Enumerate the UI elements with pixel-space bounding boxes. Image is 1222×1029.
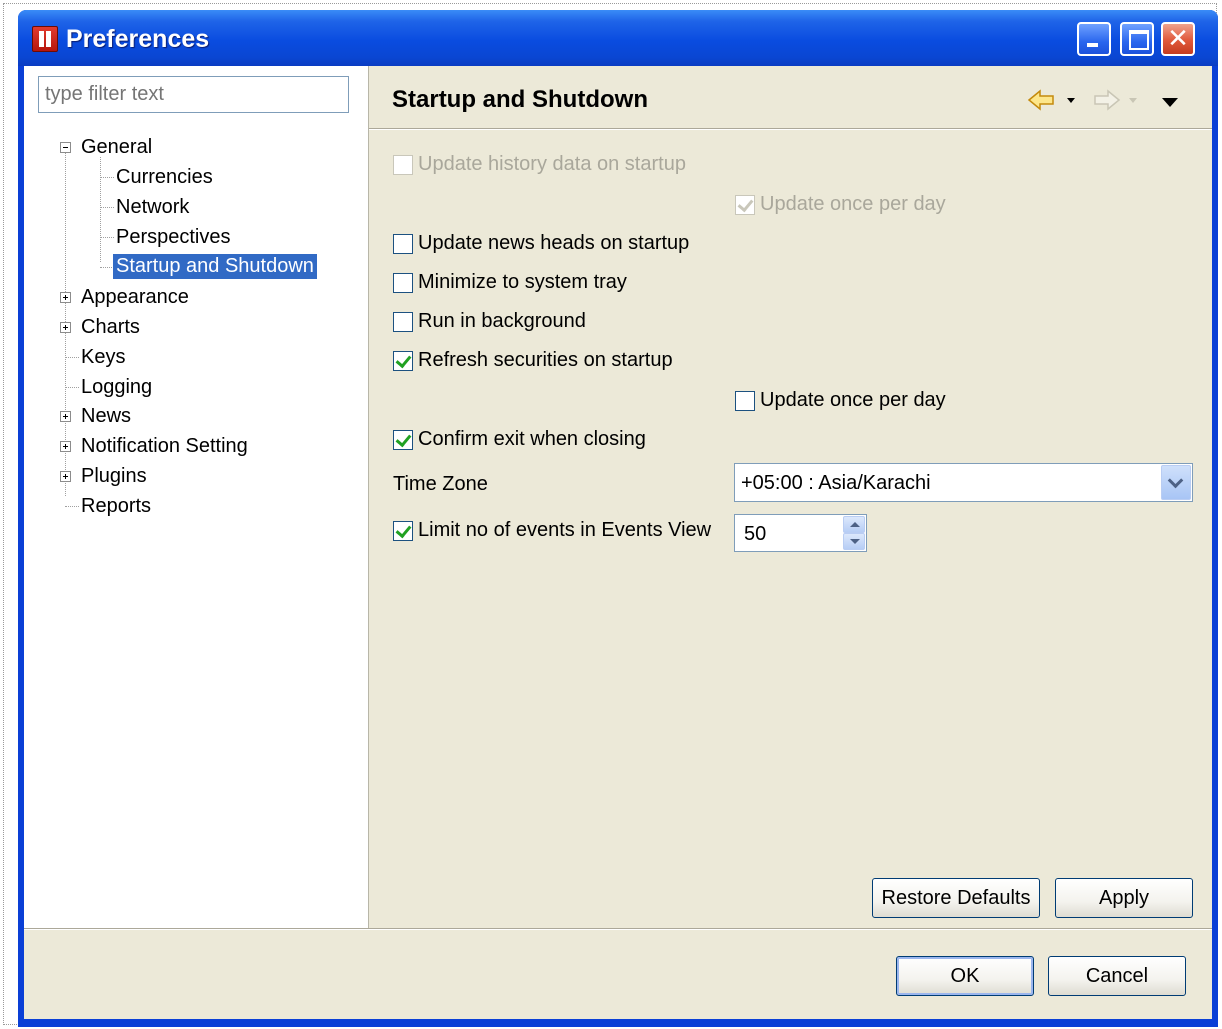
app-icon <box>32 26 58 52</box>
update-history-daily-checkbox[interactable]: Update once per day <box>735 193 946 216</box>
refresh-daily-checkbox[interactable]: Update once per day <box>735 389 946 412</box>
tree-item-network[interactable]: Network <box>116 196 189 219</box>
checkbox-label: Update once per day <box>760 389 946 411</box>
tree-item-news[interactable]: News <box>81 405 131 428</box>
page-title: Startup and Shutdown <box>392 86 648 113</box>
checkbox-box <box>735 390 755 411</box>
tree-item-charts[interactable]: Charts <box>81 316 140 339</box>
cancel-button[interactable]: Cancel <box>1048 956 1186 996</box>
time-zone-select[interactable]: +05:00 : Asia/Karachi <box>734 463 1193 502</box>
tree-item-currencies[interactable]: Currencies <box>116 166 213 189</box>
ok-button[interactable]: OK <box>896 956 1034 996</box>
expand-icon[interactable] <box>60 411 71 422</box>
events-limit-value: 50 <box>744 523 767 545</box>
checkbox-label: Minimize to system tray <box>418 271 627 293</box>
tree-line <box>100 177 114 178</box>
tree-item-reports[interactable]: Reports <box>81 495 151 518</box>
checkbox-label: Confirm exit when closing <box>418 428 646 450</box>
tree-line <box>100 267 114 268</box>
checkbox-label: Limit no of events in Events View <box>418 519 712 541</box>
tree-item-logging[interactable]: Logging <box>81 376 152 399</box>
update-history-checkbox[interactable]: Update history data on startup <box>393 153 686 176</box>
events-limit-spinner[interactable]: 50 <box>734 514 867 552</box>
tree-line <box>65 506 79 507</box>
checkbox-label: Update news heads on startup <box>418 232 690 254</box>
preferences-tree-pane: General Currencies Network Perspectives … <box>24 66 369 928</box>
tree-item-plugins[interactable]: Plugins <box>81 465 147 488</box>
spin-down-icon[interactable] <box>843 533 865 550</box>
restore-defaults-button[interactable]: Restore Defaults <box>872 878 1040 918</box>
title-bar[interactable]: Preferences ✕ <box>18 10 1218 66</box>
preferences-window: Preferences ✕ General Currencies Network… <box>18 10 1218 1027</box>
expand-icon[interactable] <box>60 322 71 333</box>
footer-separator <box>24 928 1212 930</box>
checkbox-box <box>393 350 413 371</box>
apply-button[interactable]: Apply <box>1055 878 1193 918</box>
tree-line <box>100 207 114 208</box>
filter-input[interactable] <box>38 76 349 113</box>
tree-item-general[interactable]: General <box>81 136 152 159</box>
checkbox-box <box>393 520 413 541</box>
tree-line <box>100 157 101 262</box>
confirm-exit-checkbox[interactable]: Confirm exit when closing <box>393 428 646 451</box>
maximize-button[interactable] <box>1120 22 1154 56</box>
tree-line <box>65 387 79 388</box>
checkbox-box <box>393 233 413 254</box>
expand-icon[interactable] <box>60 441 71 452</box>
tree-item-appearance[interactable]: Appearance <box>81 286 189 309</box>
checkbox-box <box>393 429 413 450</box>
minimize-tray-checkbox[interactable]: Minimize to system tray <box>393 271 627 294</box>
time-zone-label: Time Zone <box>393 473 488 495</box>
tree-item-startup-and-shutdown[interactable]: Startup and Shutdown <box>113 254 317 279</box>
minimize-button[interactable] <box>1077 22 1111 56</box>
checkbox-label: Update history data on startup <box>418 153 686 175</box>
window-title: Preferences <box>66 25 210 53</box>
preference-page: Startup and Shutdown Update history data… <box>369 66 1212 928</box>
title-separator <box>369 128 1212 130</box>
refresh-securities-checkbox[interactable]: Refresh securities on startup <box>393 349 673 372</box>
limit-events-checkbox[interactable]: Limit no of events in Events View <box>393 519 711 542</box>
expand-icon[interactable] <box>60 471 71 482</box>
collapse-icon[interactable] <box>60 142 71 153</box>
dialog-client: General Currencies Network Perspectives … <box>24 66 1212 1019</box>
close-button[interactable]: ✕ <box>1161 22 1195 56</box>
time-zone-value: +05:00 : Asia/Karachi <box>741 472 931 494</box>
view-menu-icon[interactable] <box>1162 98 1178 107</box>
tree-line <box>65 357 79 358</box>
checkbox-box <box>735 194 755 215</box>
checkbox-label: Update once per day <box>760 193 946 215</box>
tree-item-perspectives[interactable]: Perspectives <box>116 226 231 249</box>
chevron-down-icon[interactable] <box>1161 465 1191 500</box>
checkbox-box <box>393 154 413 175</box>
close-icon: ✕ <box>1167 24 1189 54</box>
run-background-checkbox[interactable]: Run in background <box>393 310 586 333</box>
forward-arrow-icon <box>1094 89 1137 111</box>
checkbox-box <box>393 272 413 293</box>
expand-icon[interactable] <box>60 292 71 303</box>
back-arrow-icon[interactable] <box>1027 88 1079 112</box>
checkbox-label: Refresh securities on startup <box>418 349 673 371</box>
checkbox-box <box>393 311 413 332</box>
tree-line <box>100 237 114 238</box>
tree-item-notification-setting[interactable]: Notification Setting <box>81 435 248 458</box>
spin-up-icon[interactable] <box>843 516 865 533</box>
tree-item-keys[interactable]: Keys <box>81 346 125 369</box>
checkbox-label: Run in background <box>418 310 586 332</box>
update-news-checkbox[interactable]: Update news heads on startup <box>393 232 689 255</box>
